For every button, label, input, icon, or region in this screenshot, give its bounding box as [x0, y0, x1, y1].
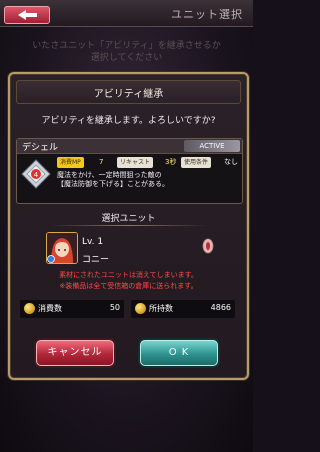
ability-description: 魔法をかけ、一定時間狙った敵の 【魔法防御を下げる】ことがある。 [57, 171, 237, 189]
unit-level: Lv. 1 [82, 237, 104, 247]
top-bar: ユニット選択 [0, 0, 253, 27]
material-warning: 素材にされたユニットは消えてしまいます。 [59, 271, 198, 279]
condition-value: なし [224, 158, 238, 166]
coin-icon [24, 303, 35, 314]
dialog-message: アビリティを継承します。よろしいですか? [41, 116, 216, 126]
magic-rune-icon: 4 [21, 159, 51, 189]
coin-icon [135, 303, 146, 314]
owned-value: 4866 [210, 303, 231, 312]
selected-unit-label: 選択ユニット [101, 214, 156, 224]
owned-label: 所持数 [149, 304, 173, 313]
section-divider [50, 225, 207, 226]
screen-title: ユニット選択 [171, 8, 243, 21]
dialog-title: アビリティ継承 [93, 89, 164, 100]
ability-name: デシェル [22, 143, 59, 153]
consume-box: 消費数 50 [20, 300, 124, 318]
active-badge: ACTIVE [184, 140, 240, 152]
consume-value: 50 [109, 303, 120, 312]
equipment-notice: ※装備品は全て受信箱の倉庫に送られます。 [59, 282, 198, 290]
ability-description-line-1: 魔法をかけ、一定時間狙った敵の [57, 171, 162, 179]
ability-description-line-2: 【魔法防御を下げる】ことがある。 [57, 180, 169, 188]
unit-avatar[interactable] [46, 232, 78, 264]
ok-button[interactable]: O K [140, 340, 218, 366]
dialog-title-bar: アビリティ継承 [16, 80, 241, 104]
recast-value: 3秒 [165, 158, 177, 166]
background-instruction-2: 選択してください [90, 53, 163, 63]
ability-stats: 消費MP 7 リキャスト 3秒 使用条件 なし [57, 157, 239, 169]
unit-portrait-icon [47, 233, 77, 263]
element-stone-icon [202, 238, 214, 254]
condition-label: 使用条件 [181, 157, 212, 168]
mp-value: 7 [99, 158, 104, 166]
consume-label: 消費数 [38, 304, 62, 313]
cancel-button[interactable]: キャンセル [36, 340, 114, 366]
recast-label: リキャスト [117, 157, 154, 168]
ability-card: デシェル ACTIVE 4 消費MP 7 リキャスト 3秒 使用条件 なし 魔法… [16, 138, 243, 204]
cost-row: 消費数 50 所持数 4866 [20, 300, 235, 318]
svg-text:4: 4 [34, 171, 39, 179]
unit-name: コニー [82, 255, 110, 265]
back-button[interactable] [4, 6, 50, 24]
mp-label: 消費MP [57, 157, 84, 168]
ability-header: デシェル ACTIVE [17, 139, 242, 154]
owned-box: 所持数 4866 [131, 300, 235, 318]
ability-inherit-dialog: アビリティ継承 アビリティを継承します。よろしいですか? デシェル ACTIVE… [8, 72, 249, 380]
